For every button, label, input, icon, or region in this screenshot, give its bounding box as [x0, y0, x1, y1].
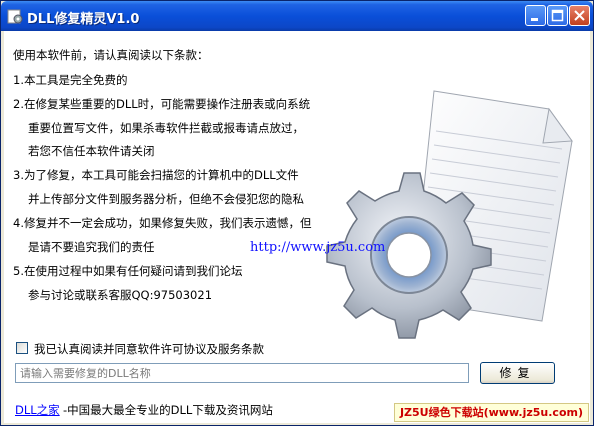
title-bar[interactable]: DLL修复精灵V1.0: [1, 1, 593, 31]
website-url: http://www.jz5u.com: [250, 240, 386, 255]
maximize-icon: [551, 9, 564, 22]
notice-line: 1.本工具是完全免费的: [13, 73, 128, 87]
watermark-badge: JZ5U绿色下载站(www.jz5u.com): [393, 403, 589, 422]
document-gear-icon: [326, 90, 573, 339]
notice-line: 若您不信任本软件请关闭: [28, 144, 155, 158]
client-area: 使用本软件前，请认真阅读以下条款： 1.本工具是完全免费的 2.在修复某些重要的…: [4, 31, 590, 423]
close-icon: [574, 10, 585, 21]
repair-button[interactable]: 修复: [480, 362, 555, 384]
app-icon: [7, 9, 23, 24]
dll-name-input[interactable]: [15, 363, 469, 383]
dll-home-link[interactable]: DLL之家: [15, 402, 60, 418]
footer-description: -中国最大最全专业的DLL下载及资讯网站: [63, 403, 273, 417]
notice-line: 2.在修复某些重要的DLL时，可能需要操作注册表或向系统: [13, 97, 311, 111]
notice-line: 重要位置写文件，如果杀毒软件拦截或报毒请点放过，: [28, 121, 304, 135]
minimize-button[interactable]: [525, 5, 546, 26]
notice-line: 并上传部分文件到服务器分析，但绝不会侵犯您的隐私: [28, 192, 304, 206]
minimize-icon: [531, 18, 538, 21]
close-button[interactable]: [569, 5, 590, 26]
agreement-label[interactable]: 我已认真阅读并同意软件许可协议及服务条款: [34, 341, 264, 357]
notice-line: 是请不要追究我们的责任: [28, 240, 155, 254]
agreement-checkbox[interactable]: [16, 342, 28, 354]
notice-intro: 使用本软件前，请认真阅读以下条款：: [13, 48, 209, 62]
window-title: DLL修复精灵V1.0: [27, 12, 140, 27]
maximize-button[interactable]: [547, 5, 568, 26]
notice-line: 5.在使用过程中如果有任何疑问请到我们论坛: [13, 264, 243, 278]
notice-line: 3.为了修复，本工具可能会扫描您的计算机中的DLL文件: [13, 168, 299, 182]
app-window: DLL修复精灵V1.0 使用本软件前，请认真阅读以下条款： 1.本工具是完全免费…: [0, 0, 594, 426]
notice-line: 4.修复并不一定会成功，如果修复失败，我们表示遗憾，但: [13, 216, 312, 230]
notice-line: 参与讨论或联系客服QQ:97503021: [28, 288, 213, 302]
